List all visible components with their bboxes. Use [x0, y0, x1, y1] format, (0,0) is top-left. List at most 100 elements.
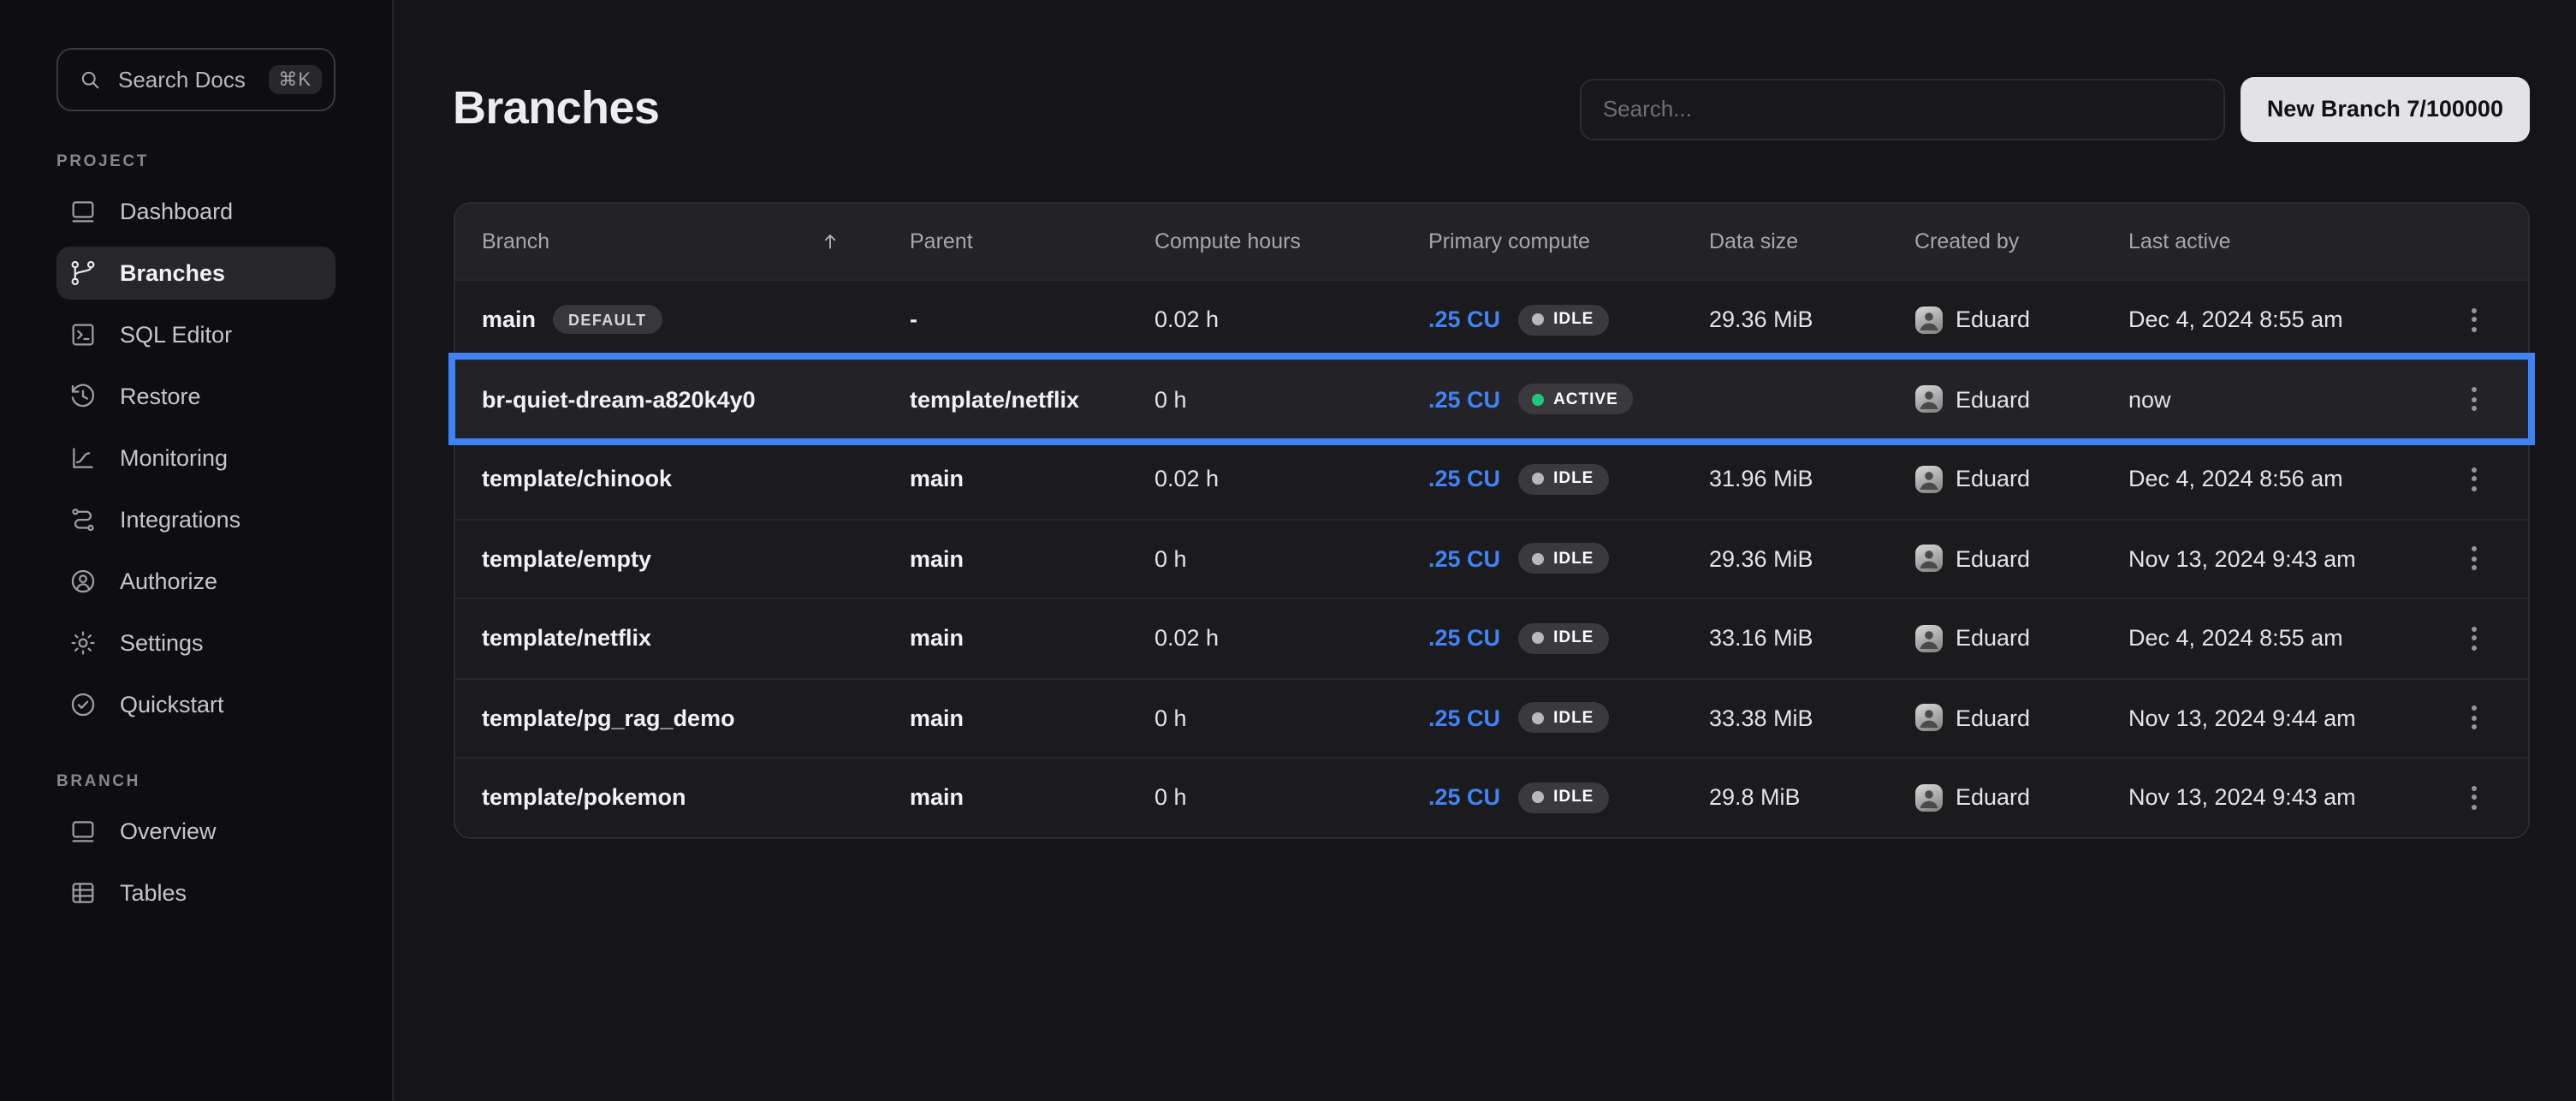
status-label: IDLE — [1553, 470, 1594, 489]
row-menu-kebab-icon[interactable] — [2465, 699, 2484, 737]
created-by-name: Eduard — [1956, 785, 2030, 811]
table-row[interactable]: template/empty main 0 h .25 CU IDLE 29.3… — [454, 518, 2527, 598]
status-label: ACTIVE — [1553, 390, 1618, 409]
search-docs-label: Search Docs — [118, 67, 246, 92]
dashboard-icon — [68, 197, 98, 226]
data-size: 31.96 MiB — [1709, 467, 1914, 492]
sidebar-item-settings[interactable]: Settings — [56, 616, 335, 670]
tables-icon — [68, 878, 98, 908]
table-row[interactable]: main DEFAULT - 0.02 h .25 CU IDLE 29.36 … — [454, 279, 2527, 359]
sort-arrow-up-icon — [817, 229, 841, 253]
monitoring-icon — [68, 443, 98, 473]
table-row[interactable]: template/pokemon main 0 h .25 CU IDLE 29… — [454, 757, 2527, 836]
status-label: IDLE — [1553, 789, 1594, 807]
parent-branch: template/netflix — [910, 387, 1154, 413]
branches-table: Branch Parent Compute hours Primary comp… — [453, 202, 2529, 838]
parent-branch: main — [910, 785, 1154, 811]
created-by-name: Eduard — [1956, 626, 2030, 652]
row-menu-kebab-icon[interactable] — [2465, 779, 2484, 817]
sidebar-item-monitoring[interactable]: Monitoring — [56, 431, 335, 485]
column-header-primary-compute[interactable]: Primary compute — [1428, 229, 1709, 253]
avatar — [1914, 625, 1942, 652]
row-menu-kebab-icon[interactable] — [2465, 301, 2484, 339]
branch-name: template/pg_rag_demo — [482, 705, 735, 731]
page-header: Branches New Branch 7/100000 — [453, 0, 2529, 166]
sidebar-item-dashboard[interactable]: Dashboard — [56, 185, 335, 238]
table-row[interactable]: template/netflix main 0.02 h .25 CU IDLE… — [454, 598, 2527, 677]
status-dot-icon — [1531, 553, 1543, 565]
compute-hours: 0.02 h — [1154, 467, 1428, 492]
search-docs-button[interactable]: Search Docs ⌘K — [56, 48, 335, 111]
row-menu-kebab-icon[interactable] — [2465, 461, 2484, 498]
data-size: 29.8 MiB — [1709, 785, 1914, 811]
compute-hours: 0 h — [1154, 705, 1428, 731]
compute-units: .25 CU — [1428, 387, 1500, 413]
column-header-parent[interactable]: Parent — [910, 229, 1154, 253]
restore-icon — [68, 382, 98, 411]
sidebar-item-label: Overview — [120, 818, 217, 844]
branch-name: br-quiet-dream-a820k4y0 — [482, 387, 756, 413]
avatar — [1914, 306, 1942, 334]
status-label: IDLE — [1553, 311, 1594, 330]
settings-icon — [68, 628, 98, 658]
status-badge: ACTIVE — [1517, 384, 1634, 415]
compute-units: .25 CU — [1428, 705, 1500, 731]
table-body: main DEFAULT - 0.02 h .25 CU IDLE 29.36 … — [454, 279, 2527, 836]
status-dot-icon — [1531, 633, 1543, 645]
data-size: 29.36 MiB — [1709, 307, 1914, 333]
sidebar-item-quickstart[interactable]: Quickstart — [56, 678, 335, 731]
sidebar-item-branches[interactable]: Branches — [56, 247, 335, 300]
column-header-branch[interactable]: Branch — [482, 229, 910, 253]
table-header-row: Branch Parent Compute hours Primary comp… — [454, 204, 2527, 279]
sidebar-nav: PROJECT Dashboard Branches SQL Editor Re… — [0, 152, 392, 919]
compute-units: .25 CU — [1428, 546, 1500, 572]
sidebar-item-authorize[interactable]: Authorize — [56, 555, 335, 608]
created-by-name: Eduard — [1956, 307, 2030, 333]
status-badge: IDLE — [1517, 305, 1609, 336]
data-size: 33.38 MiB — [1709, 705, 1914, 731]
compute-units: .25 CU — [1428, 785, 1500, 811]
parent-branch: - — [910, 307, 1154, 333]
status-badge: IDLE — [1517, 544, 1609, 574]
sidebar-item-label: Dashboard — [120, 199, 233, 224]
main-content: Branches New Branch 7/100000 Branch Pare… — [394, 0, 2576, 1101]
sidebar-item-integrations[interactable]: Integrations — [56, 493, 335, 546]
sidebar-item-label: Authorize — [120, 568, 217, 594]
created-by-name: Eduard — [1956, 467, 2030, 492]
sidebar-item-tables[interactable]: Tables — [56, 866, 335, 919]
row-menu-kebab-icon[interactable] — [2465, 540, 2484, 578]
table-row[interactable]: template/pg_rag_demo main 0 h .25 CU IDL… — [454, 677, 2527, 757]
row-menu-kebab-icon[interactable] — [2465, 381, 2484, 419]
quickstart-icon — [68, 690, 98, 719]
new-branch-button[interactable]: New Branch 7/100000 — [2241, 76, 2529, 141]
table-row[interactable]: template/chinook main 0.02 h .25 CU IDLE… — [454, 438, 2527, 518]
status-label: IDLE — [1553, 709, 1594, 728]
keyboard-shortcut-badge: ⌘K — [268, 65, 322, 94]
last-active: Nov 13, 2024 9:43 am — [2128, 785, 2448, 811]
column-header-compute-hours[interactable]: Compute hours — [1154, 229, 1428, 253]
table-row[interactable]: br-quiet-dream-a820k4y0 template/netflix… — [454, 359, 2527, 438]
sidebar-item-label: Restore — [120, 384, 201, 409]
compute-hours: 0 h — [1154, 785, 1428, 811]
page-title: Branches — [453, 82, 659, 135]
column-header-last-active[interactable]: Last active — [2128, 229, 2448, 253]
last-active: now — [2128, 387, 2448, 413]
column-header-data-size[interactable]: Data size — [1709, 229, 1914, 253]
column-header-created-by[interactable]: Created by — [1914, 229, 2128, 253]
branch-search-input[interactable] — [1581, 78, 2226, 140]
status-label: IDLE — [1553, 629, 1594, 648]
sidebar-item-restore[interactable]: Restore — [56, 370, 335, 423]
default-badge: DEFAULT — [553, 306, 662, 335]
row-menu-kebab-icon[interactable] — [2465, 620, 2484, 658]
avatar — [1914, 784, 1942, 812]
branch-name: template/empty — [482, 546, 651, 572]
section-label-branch: BRANCH — [56, 772, 335, 791]
status-dot-icon — [1531, 314, 1543, 326]
sidebar-item-label: Settings — [120, 630, 204, 656]
sql-editor-icon — [68, 320, 98, 349]
avatar — [1914, 466, 1942, 493]
sidebar-item-overview[interactable]: Overview — [56, 805, 335, 858]
sidebar-item-sql-editor[interactable]: SQL Editor — [56, 308, 335, 361]
status-badge: IDLE — [1517, 623, 1609, 654]
last-active: Nov 13, 2024 9:44 am — [2128, 705, 2448, 731]
